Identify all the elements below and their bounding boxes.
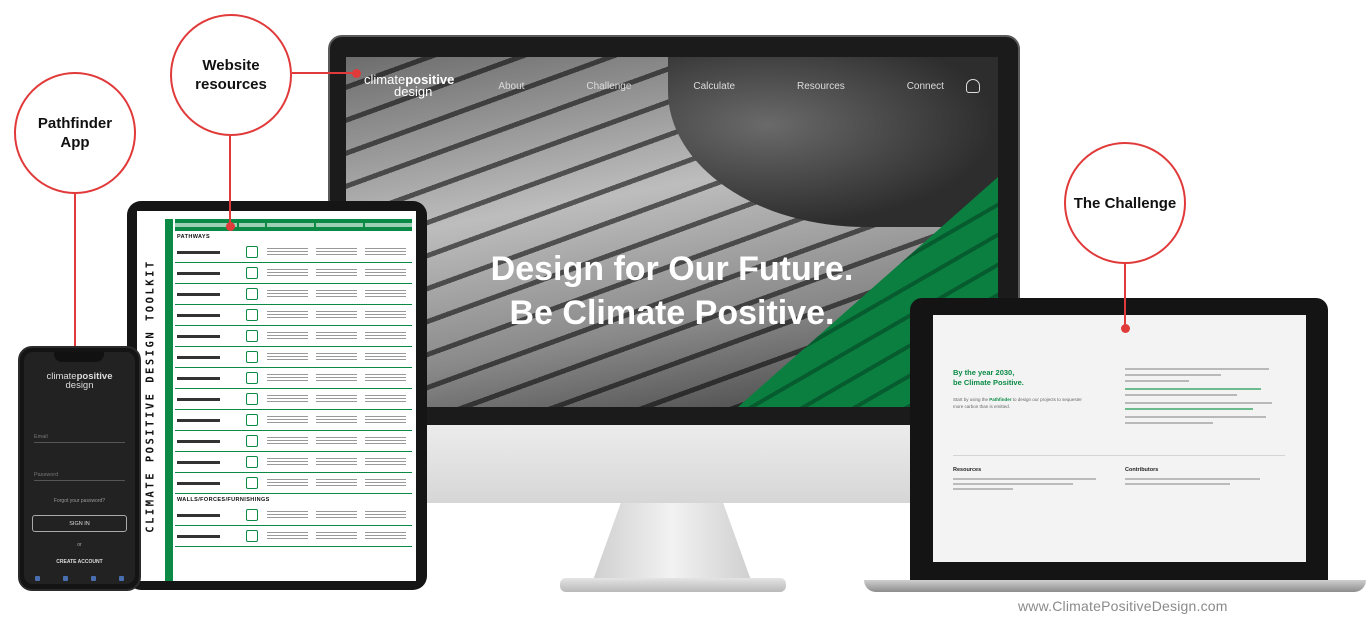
laptop-base [864,580,1366,592]
or-divider: or [77,542,82,548]
section-pathways: PATHWAYS [177,234,211,240]
contributors-heading: Contributors [1125,467,1159,473]
nav-resources[interactable]: Resources [797,81,845,92]
nav-connect[interactable]: Connect [907,81,944,92]
toolkit-title: CLIMATE POSITIVE DESIGN TOOLKIT [137,211,165,581]
challenge-details [1125,368,1285,428]
strategy-icon [246,393,258,405]
strategy-icon [246,456,258,468]
callout-line [1124,264,1126,328]
pathfinder-link[interactable]: Pathfinder [989,397,1011,402]
hero-line-2: Be Climate Positive. [509,294,835,332]
callout-dot [226,222,235,231]
callout-line [74,194,76,358]
password-field[interactable]: Password [34,472,125,481]
create-account-link[interactable]: CREATE ACCOUNT [24,559,135,565]
callout-dot [352,69,361,78]
table-row [175,473,412,494]
toolkit-table: PATHWAYS WALLS/FORCES/FURNISHINGS [175,219,412,581]
challenge-title: By the year 2030, be Climate Positive. [953,368,1024,388]
strategy-icon [246,309,258,321]
strategy-icon [246,435,258,447]
body-text: Start by using the [953,397,990,402]
app-tab-bar [24,572,135,584]
toolkit-screen: CLIMATE POSITIVE DESIGN TOOLKIT PATHWAYS… [137,211,416,581]
sign-in-button[interactable]: SIGN IN [32,515,127,532]
site-logo[interactable]: climatepositive design [364,73,454,99]
table-row [175,526,412,547]
section-walls: WALLS/FORCES/FURNISHINGS [177,497,270,503]
website-screen: climatepositive design About Challenge C… [346,57,998,407]
hero-headline: Design for Our Future. Be Climate Positi… [346,247,998,335]
monitor-stand [592,503,752,583]
tab-icon[interactable] [90,575,96,581]
table-header [175,219,412,231]
strategy-icon [246,477,258,489]
nav-challenge[interactable]: Challenge [586,81,631,92]
table-row [175,505,412,526]
callout-line [292,72,356,74]
strategy-icon [246,267,258,279]
challenge-title-line-2: be Climate Positive. [953,378,1024,387]
callout-website-resources: Website resources [170,14,292,136]
strategy-icon [246,414,258,426]
table-row [175,389,412,410]
challenge-title-line-1: By the year 2030, [953,368,1015,377]
challenge-screen: By the year 2030, be Climate Positive. S… [933,315,1306,562]
strategy-icon [246,530,258,542]
hero-line-1: Design for Our Future. [490,250,854,288]
resources-heading: Resources [953,467,982,473]
tab-icon[interactable] [35,575,41,581]
pathfinder-app-screen: climatepositive design Email Password Fo… [24,352,135,584]
divider [953,455,1285,456]
monitor-stand-base [560,578,786,592]
table-row [175,452,412,473]
phone-notch [54,352,104,362]
strategy-icon [246,509,258,521]
footer-url[interactable]: www.ClimatePositiveDesign.com [1018,598,1228,614]
contributors-text [1125,478,1275,485]
table-row [175,284,412,305]
challenge-body: Start by using the Pathfinder to design … [953,397,1093,410]
table-row [175,368,412,389]
site-header: climatepositive design About Challenge C… [346,57,998,115]
table-row [175,305,412,326]
toolkit-title-text: CLIMATE POSITIVE DESIGN TOOLKIT [145,259,157,533]
nav-about[interactable]: About [498,81,524,92]
table-row [175,263,412,284]
strategy-icon [246,330,258,342]
strategy-icon [246,288,258,300]
callout-dot [1121,324,1130,333]
callout-the-challenge: The Challenge [1064,142,1186,264]
table-row [175,347,412,368]
table-row [175,326,412,347]
tab-icon[interactable] [63,575,69,581]
strategy-icon [246,246,258,258]
site-nav-links: About Challenge Calculate Resources Conn… [498,81,966,92]
email-field[interactable]: Email [34,434,125,443]
logo-word-design: design [394,84,433,99]
user-icon[interactable] [966,79,980,93]
table-row [175,242,412,263]
app-logo-design: design [65,380,94,391]
table-row [175,410,412,431]
toolkit-green-bar [165,219,173,581]
callout-line [229,136,231,226]
resources-text [953,478,1103,490]
strategy-icon [246,372,258,384]
app-logo: climatepositive design [24,372,135,391]
tab-icon[interactable] [118,575,124,581]
forgot-password-link[interactable]: Forgot your password? [24,498,135,504]
strategy-icon [246,351,258,363]
nav-calculate[interactable]: Calculate [693,81,735,92]
callout-pathfinder-app: Pathfinder App [14,72,136,194]
table-row [175,431,412,452]
